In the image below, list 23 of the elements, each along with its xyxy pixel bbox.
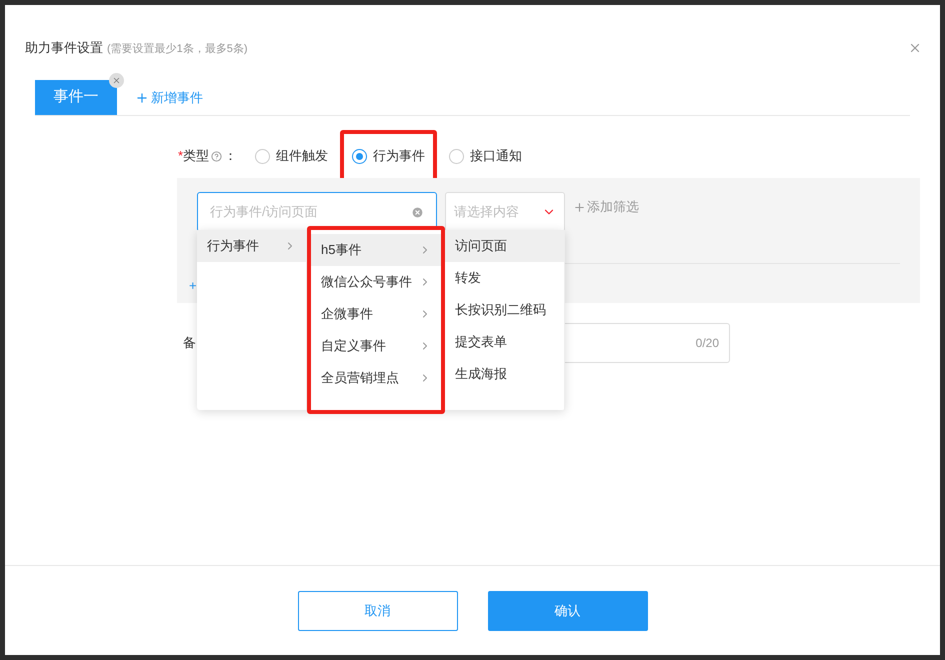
remark-label: 备 — [183, 334, 196, 352]
clear-icon[interactable] — [411, 206, 424, 218]
dialog-subtitle: (需要设置最少1条，最多5条) — [107, 42, 248, 58]
radio-button[interactable] — [449, 148, 464, 164]
cascader-item[interactable]: h5事件 — [311, 234, 441, 266]
close-icon[interactable] — [908, 41, 922, 55]
char-counter: 0/20 — [696, 335, 719, 352]
radio-option[interactable]: 行为事件 — [352, 146, 426, 166]
dialog-title: 助力事件设置 — [25, 39, 103, 58]
placeholder-text: 行为事件/访问页面 — [210, 203, 318, 222]
plus-icon — [135, 90, 149, 104]
cascader-item[interactable]: 访问页面 — [445, 230, 564, 262]
plus-icon — [573, 200, 586, 214]
help-icon — [211, 150, 222, 162]
radio-option[interactable]: 接口通知 — [449, 146, 522, 166]
close-icon — [112, 76, 121, 85]
radio-option[interactable]: 组件触发 — [255, 146, 328, 166]
type-label: *类型 — [178, 147, 210, 166]
type-colon: ： — [224, 147, 238, 166]
radio-button[interactable] — [352, 148, 368, 164]
close-tab-button[interactable] — [109, 73, 124, 88]
cascader-item[interactable]: 行为事件 — [197, 230, 306, 262]
radio-button[interactable] — [255, 148, 270, 164]
